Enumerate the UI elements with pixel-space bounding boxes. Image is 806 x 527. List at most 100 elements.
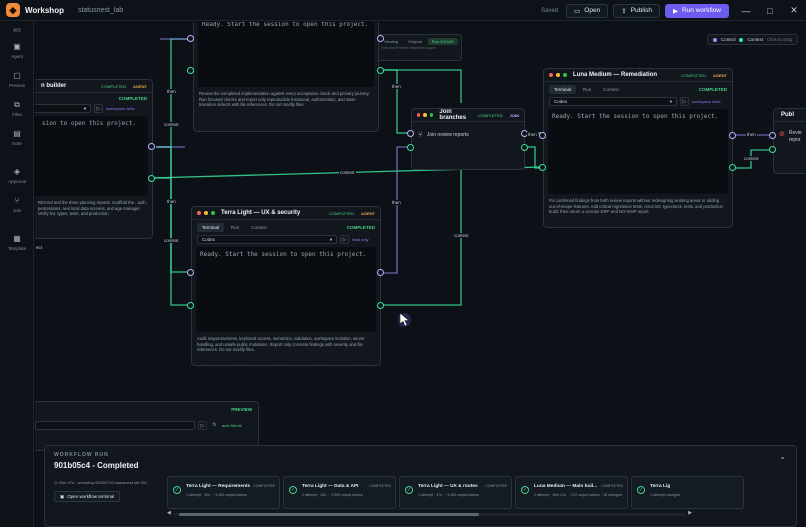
- minimize-icon[interactable]: —: [734, 6, 758, 16]
- node-ux-security[interactable]: Terra Light — UX & security COMPLETED AG…: [191, 206, 381, 366]
- yellow-dot-icon: [423, 113, 427, 117]
- context-port[interactable]: [407, 144, 414, 151]
- input-port[interactable]: [407, 130, 414, 137]
- wire-label-context: context: [453, 233, 470, 238]
- folder-icon: ▭: [574, 7, 581, 15]
- run-workflow-button[interactable]: ▶ Run workflow: [664, 3, 729, 18]
- tab-terminal[interactable]: Terminal: [197, 223, 225, 232]
- scroll-left-icon[interactable]: ◀: [167, 510, 171, 516]
- tab-terminal[interactable]: Terminal: [549, 85, 577, 94]
- node-title: Luna Medium — Remediation: [573, 72, 658, 78]
- node-controls: ▾ ▷ workspace write: [35, 104, 152, 116]
- workspace-link[interactable]: workspace write: [106, 106, 135, 111]
- run-toggle[interactable]: Run 901b05: [427, 38, 458, 45]
- nav-join[interactable]: ⑂ Join: [0, 196, 34, 213]
- control-dot-icon: [712, 37, 717, 42]
- output-port[interactable]: [377, 269, 384, 276]
- wire-label-context: context: [743, 156, 760, 161]
- node-tabs: COMPLETED: [35, 93, 152, 104]
- context-port[interactable]: [539, 164, 546, 171]
- branch-merge-icon: ⑂: [418, 130, 423, 139]
- agent-select[interactable]: Codex ▾: [549, 97, 677, 106]
- maximize-icon[interactable]: □: [758, 6, 782, 16]
- context-port[interactable]: [769, 146, 776, 153]
- nav-note[interactable]: ▤ Note: [0, 129, 34, 146]
- scrollbar-thumb[interactable]: [179, 513, 479, 516]
- input-port[interactable]: [187, 35, 194, 42]
- nav-template[interactable]: ▦ Template: [0, 234, 34, 251]
- run-step[interactable]: ✓ Terra Lig 1 attempt changed: [631, 476, 744, 509]
- node-preview[interactable]: PREVIEW ▷ ↻ auto fit/edit: [35, 401, 259, 451]
- nav-preview[interactable]: ▢ Preview: [0, 71, 34, 88]
- preview-controls: ▷ ↻ auto fit/edit: [35, 417, 258, 434]
- context-port[interactable]: [187, 302, 194, 309]
- nav-approval[interactable]: ◈ Approval: [0, 167, 34, 184]
- node-join-branches[interactable]: Join branches COMPLETED JOIN ⑂ Join revi…: [411, 108, 525, 170]
- run-step[interactable]: ✓ Luna Medium — Main buil... COMPLETED 1…: [515, 476, 628, 509]
- terminal-output[interactable]: Ready. Start the session to open this pr…: [198, 22, 374, 87]
- scroll-right-icon[interactable]: ▶: [688, 510, 692, 516]
- workflow-canvas[interactable]: Viewing Original Run 901b05 Files and Pr…: [35, 22, 806, 527]
- run-step[interactable]: ✓ Terra Light — UX & routes COMPLETED 1 …: [399, 476, 512, 509]
- node-publish[interactable]: Publ ⊘ Revie repor: [773, 108, 806, 174]
- original-toggle[interactable]: Original: [404, 38, 426, 45]
- context-port[interactable]: [377, 302, 384, 309]
- nav-agent[interactable]: ▣ Agent: [0, 42, 34, 59]
- chevron-down-icon[interactable]: ⌄: [779, 452, 786, 461]
- play-preview-button[interactable]: ▷: [198, 421, 207, 430]
- close-icon[interactable]: ✕: [782, 5, 806, 16]
- input-port[interactable]: [539, 132, 546, 139]
- output-port[interactable]: [729, 132, 736, 139]
- context-port[interactable]: [729, 164, 736, 171]
- terminal-output[interactable]: Ready. Start the session to open this pr…: [196, 247, 376, 332]
- node-main-builder[interactable]: n builder COMPLETED AGENT COMPLETED ▾ ▷ …: [35, 79, 153, 239]
- open-button[interactable]: ▭ Open: [566, 3, 609, 18]
- node-description: Fix confirmed findings from both review …: [549, 198, 723, 215]
- approval-icon: ◈: [13, 167, 21, 176]
- nav-files[interactable]: ⧉ Files: [0, 100, 34, 117]
- command-search[interactable]: ⌘K: [0, 28, 34, 34]
- wire-label-context-fragment: ect: [35, 245, 44, 250]
- tab-run[interactable]: Run: [226, 223, 244, 232]
- open-workflow-terminal-button[interactable]: ▣ Open workflow terminal: [54, 491, 121, 502]
- refresh-icon[interactable]: ↻: [210, 421, 219, 430]
- check-circle-icon: ✓: [637, 486, 645, 494]
- preview-url-field[interactable]: [35, 421, 195, 430]
- tab-context[interactable]: Context: [246, 223, 272, 232]
- project-name[interactable]: statusnest_lab: [78, 7, 123, 14]
- play-session-button[interactable]: ▷: [680, 97, 689, 106]
- context-port[interactable]: [187, 67, 194, 74]
- tab-run[interactable]: Run: [578, 85, 596, 94]
- run-step[interactable]: ✓ Terra Light — Requirements COMPLETED 1…: [167, 476, 280, 509]
- play-session-button[interactable]: ▷: [94, 104, 103, 113]
- node-functional-review[interactable]: Ready. Start the session to open this pr…: [193, 22, 379, 132]
- agent-select[interactable]: ▾: [35, 104, 91, 113]
- publish-button[interactable]: ⇪ Publish: [613, 3, 660, 18]
- terminal-output[interactable]: sion to open this project.: [35, 116, 148, 196]
- input-port[interactable]: [769, 132, 776, 139]
- steps-scrollbar[interactable]: ◀ ▶: [167, 510, 692, 517]
- output-port[interactable]: [148, 143, 155, 150]
- chevron-down-icon: ▾: [83, 105, 86, 111]
- terminal-output[interactable]: Ready. Start the session to open this pr…: [548, 109, 728, 194]
- play-session-button[interactable]: ▷: [340, 235, 349, 244]
- output-port[interactable]: [377, 35, 384, 42]
- agent-select[interactable]: Codex ▾: [197, 235, 337, 244]
- completed-label: COMPLETED: [346, 225, 375, 230]
- context-port[interactable]: [148, 175, 155, 182]
- tab-context[interactable]: Context: [598, 85, 624, 94]
- files-icon: ⧉: [14, 100, 20, 109]
- workspace-link[interactable]: read only: [352, 237, 368, 242]
- run-step[interactable]: ✓ Terra Light — Data & API COMPLETED 1 a…: [283, 476, 396, 509]
- context-port[interactable]: [521, 144, 528, 151]
- input-port[interactable]: [187, 269, 194, 276]
- context-dot-icon: [739, 37, 744, 42]
- status-badge: COMPLETED: [681, 72, 706, 78]
- wire: [156, 146, 191, 273]
- join-badge: JOIN: [509, 112, 519, 118]
- workspace-link[interactable]: workspace write: [692, 99, 721, 104]
- node-remediation[interactable]: Luna Medium — Remediation COMPLETED AGEN…: [543, 68, 733, 228]
- context-port[interactable]: [377, 67, 384, 74]
- red-dot-icon: [197, 211, 201, 215]
- chevron-down-icon: ▾: [329, 236, 332, 242]
